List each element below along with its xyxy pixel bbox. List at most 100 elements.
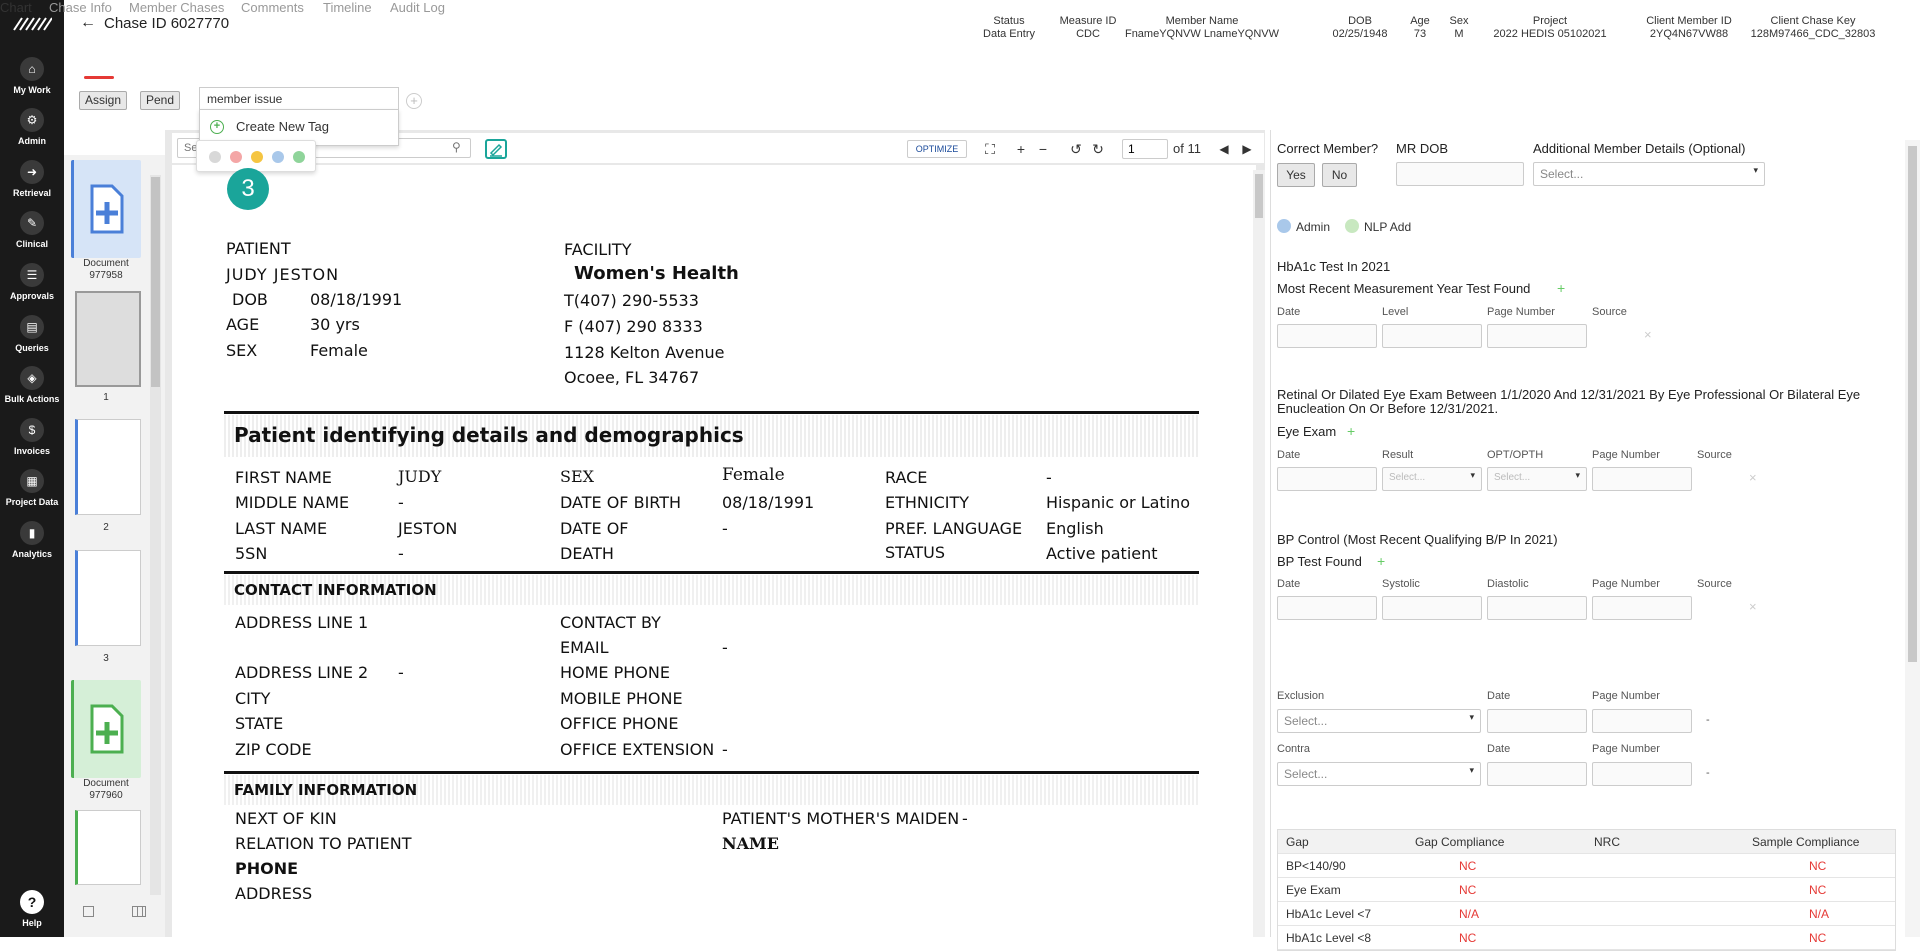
doc-text: 08/18/1991 [722,493,815,512]
sidebar-item-queries[interactable]: ▤ Queries [0,315,64,353]
clear-icon[interactable]: × [1644,327,1652,342]
exclusion-label: Exclusion [1277,690,1325,702]
help-button[interactable]: ? Help [0,890,64,928]
pend-button[interactable]: Pend [140,91,181,110]
previous-page-icon[interactable]: ◀ [1214,139,1234,159]
page-thumbnail[interactable] [75,550,141,646]
date-label: Date [1487,690,1511,702]
assign-button[interactable]: Assign [79,91,128,110]
brand-logo[interactable] [12,12,52,36]
gear-icon: ⚙ [20,108,44,132]
page-number-input[interactable] [1122,139,1168,159]
page-thumbnail[interactable] [75,810,141,885]
sidebar-item-invoices[interactable]: $ Invoices [0,418,64,456]
thumb-label: 3 [103,653,109,664]
sidebar-item-my-work[interactable]: ⌂ My Work [0,57,64,95]
contra-select[interactable]: Select... ▾ [1277,762,1481,786]
tag-color-option[interactable] [209,151,221,163]
bp-diastolic-input[interactable] [1487,596,1587,620]
table-cell: HbA1c Level <7 [1286,907,1372,921]
hba1c-level-input[interactable] [1382,324,1482,348]
mr-dob-input[interactable] [1396,162,1524,186]
sidebar-item-bulk-actions[interactable]: ◈ Bulk Actions [0,366,64,404]
tag-color-option[interactable] [293,151,305,163]
sidebar-item-clinical[interactable]: ✎ Clinical [0,211,64,249]
grid-view-icon[interactable] [132,906,146,917]
document-card[interactable] [71,680,141,778]
sidebar-item-analytics[interactable]: ▮ Analytics [0,521,64,559]
add-hba1c-icon[interactable]: + [1557,280,1565,296]
zoom-out-icon[interactable]: − [1033,139,1053,159]
clear-icon[interactable]: × [1749,599,1757,614]
doc-text: ZIP CODE [235,740,312,759]
bp-systolic-input[interactable] [1382,596,1482,620]
doc-text: FIRST NAME [235,468,332,487]
fullscreen-icon[interactable]: ⛶ [980,139,1000,159]
doc-text: OFFICE PHONE [560,714,679,733]
page-thumbnail[interactable] [75,419,141,515]
bp-page-input[interactable] [1592,596,1692,620]
doc-text: AGE [226,315,260,334]
hba1c-date-input[interactable] [1277,324,1377,348]
panel-scrollbar[interactable] [1905,140,1920,937]
document-scrollbar[interactable] [1253,170,1265,937]
table-row: HbA1c Level <8 NC NC [1278,926,1895,950]
create-new-tag-option[interactable]: + Create New Tag [210,119,329,134]
highlight-pen-icon[interactable] [485,139,507,159]
bp-date-input[interactable] [1277,596,1377,620]
tab-chart[interactable]: Chart [0,0,32,15]
rotate-left-icon[interactable]: ↺ [1066,139,1086,159]
exclusion-page-input[interactable] [1592,709,1692,733]
sidebar-item-approvals[interactable]: ☰ Approvals [0,263,64,301]
additional-details-select[interactable]: Select... ▾ [1533,162,1765,186]
tab-comments[interactable]: Comments [241,0,304,15]
select-placeholder: Select... [1389,472,1426,483]
sidebar-item-admin[interactable]: ⚙ Admin [0,108,64,146]
page-thumbnail[interactable] [75,291,141,387]
next-page-icon[interactable]: ▶ [1237,139,1257,159]
tag-color-option[interactable] [230,151,242,163]
select-placeholder: Select... [1284,767,1328,781]
eye-date-input[interactable] [1277,467,1377,491]
tab-audit-log[interactable]: Audit Log [390,0,445,15]
tag-color-option[interactable] [251,151,263,163]
exclusion-select[interactable]: Select... ▾ [1277,709,1481,733]
add-eye-exam-icon[interactable]: + [1347,423,1355,439]
doc-text: PATIENT [226,239,291,258]
single-view-icon[interactable] [83,906,94,917]
add-bp-icon[interactable]: + [1377,553,1385,569]
no-button[interactable]: No [1322,163,1357,187]
clear-icon[interactable]: × [1749,470,1757,485]
tag-input[interactable] [199,87,399,109]
add-tag-icon[interactable]: + [406,93,422,109]
home-icon: ⌂ [20,57,44,81]
yes-button[interactable]: Yes [1277,163,1315,187]
zoom-in-icon[interactable]: + [1011,139,1031,159]
exclusion-date-input[interactable] [1487,709,1587,733]
page-number-label: Page Number [1592,578,1660,590]
tab-chase-info[interactable]: Chase Info [49,0,112,15]
sidebar-item-retrieval[interactable]: ➜ Retrieval [0,160,64,198]
tab-member-chases[interactable]: Member Chases [129,0,224,15]
thumb-sublabel: 977960 [89,790,123,801]
select-placeholder: Select... [1494,472,1531,483]
hba1c-page-input[interactable] [1487,324,1587,348]
eye-result-select[interactable]: Select... ▾ [1382,467,1482,491]
document-plus-icon [90,184,124,234]
tag-color-option[interactable] [272,151,284,163]
contra-page-input[interactable] [1592,762,1692,786]
search-icon[interactable]: ⚲ [452,140,461,154]
back-arrow-icon[interactable]: ← [80,14,96,32]
eye-opt-select[interactable]: Select... ▾ [1487,467,1587,491]
document-card[interactable] [71,160,141,258]
thumbnail-scrollbar[interactable] [150,175,161,895]
optimize-button[interactable]: OPTIMIZE [907,140,967,158]
eye-page-input[interactable] [1592,467,1692,491]
doc-text: - [398,663,404,682]
tab-timeline[interactable]: Timeline [323,0,372,15]
contra-date-input[interactable] [1487,762,1587,786]
chevron-down-icon: ▾ [1575,470,1580,480]
source-label: Source [1592,306,1627,318]
sidebar-item-project-data[interactable]: ▦ Project Data [0,469,64,507]
rotate-right-icon[interactable]: ↻ [1088,139,1108,159]
